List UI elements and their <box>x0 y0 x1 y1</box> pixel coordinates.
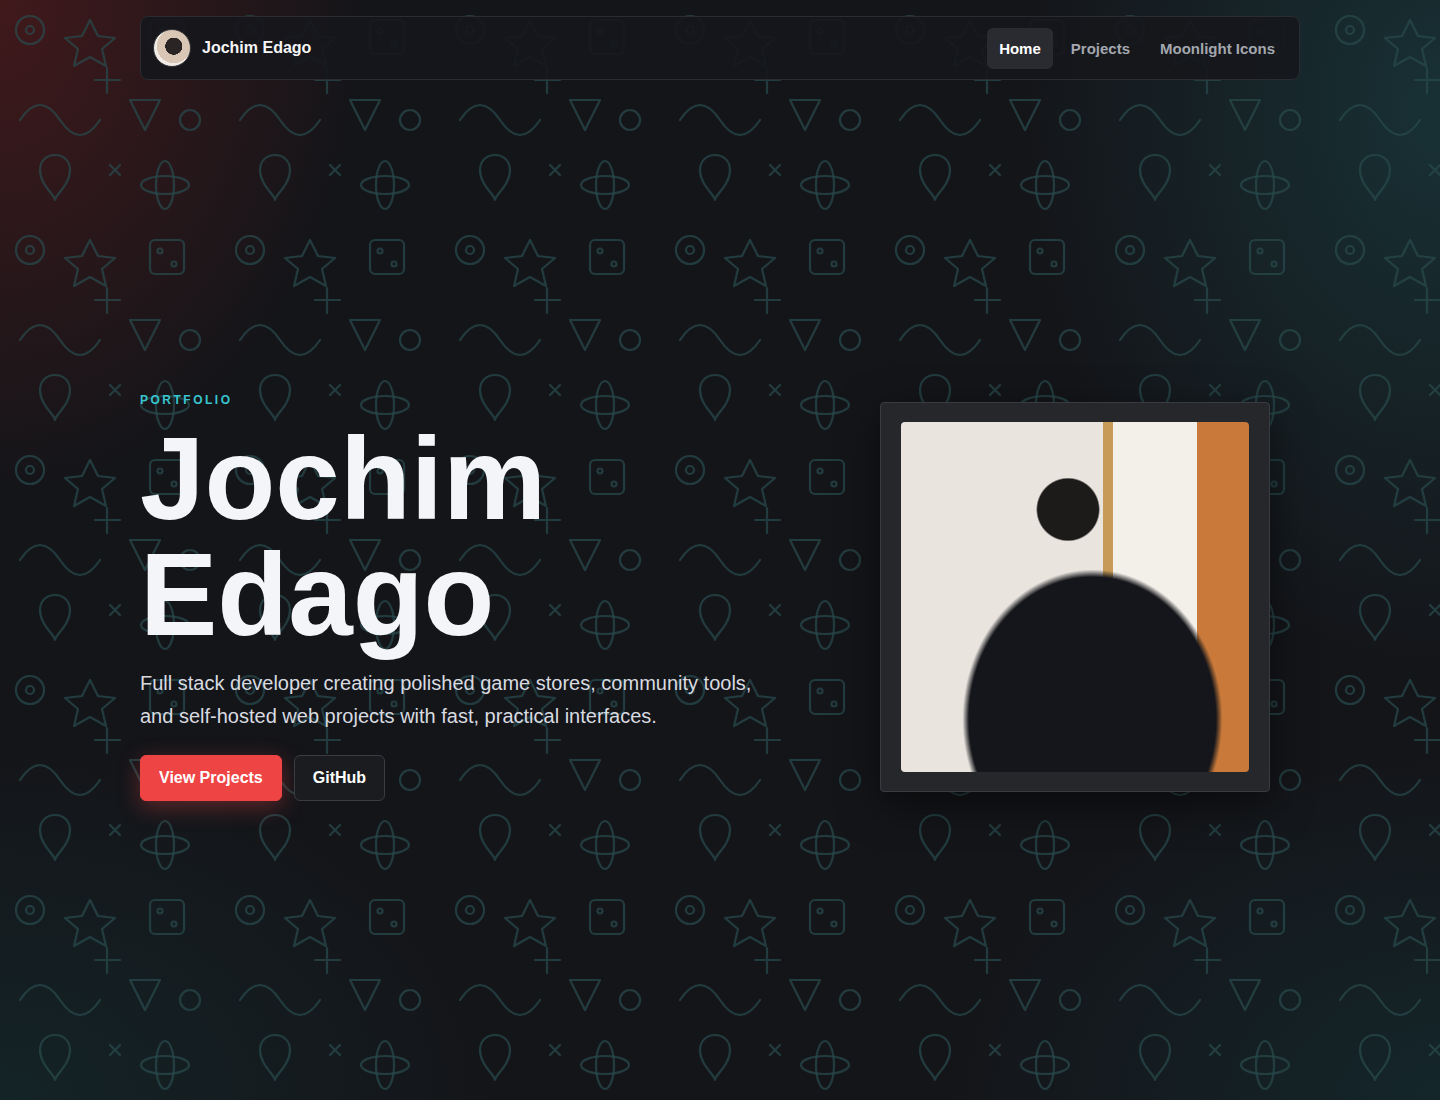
avatar-icon <box>153 29 191 67</box>
nav-link[interactable]: Home <box>987 28 1053 69</box>
hero-description: Full stack developer creating polished g… <box>140 667 780 733</box>
nav-link[interactable]: Moonlight Icons <box>1148 28 1287 69</box>
brand-link[interactable]: Jochim Edago <box>153 29 311 67</box>
profile-photo-frame <box>880 402 1270 792</box>
nav-links: HomeProjectsMoonlight Icons <box>987 28 1287 69</box>
page: Jochim EdagoHomeProjectsMoonlight IconsP… <box>140 0 1300 801</box>
primary-button[interactable]: View Projects <box>140 755 282 801</box>
nav-bar: Jochim Edago HomeProjectsMoonlight Icons <box>140 16 1300 80</box>
hero-buttons: View Projects GitHub <box>140 755 800 801</box>
hero-title: Jochim Edago <box>140 421 760 653</box>
nav-link[interactable]: Projects <box>1059 28 1142 69</box>
secondary-button[interactable]: GitHub <box>294 755 385 801</box>
eyebrow-label: PORTFOLIO <box>140 393 800 407</box>
hero-text: PORTFOLIO Jochim Edago Full stack develope… <box>140 393 800 801</box>
brand-name[interactable]: Jochim Edago <box>202 39 311 57</box>
profile-photo <box>901 422 1249 772</box>
hero-section: PORTFOLIO Jochim Edago Full stack develope… <box>140 80 1300 801</box>
